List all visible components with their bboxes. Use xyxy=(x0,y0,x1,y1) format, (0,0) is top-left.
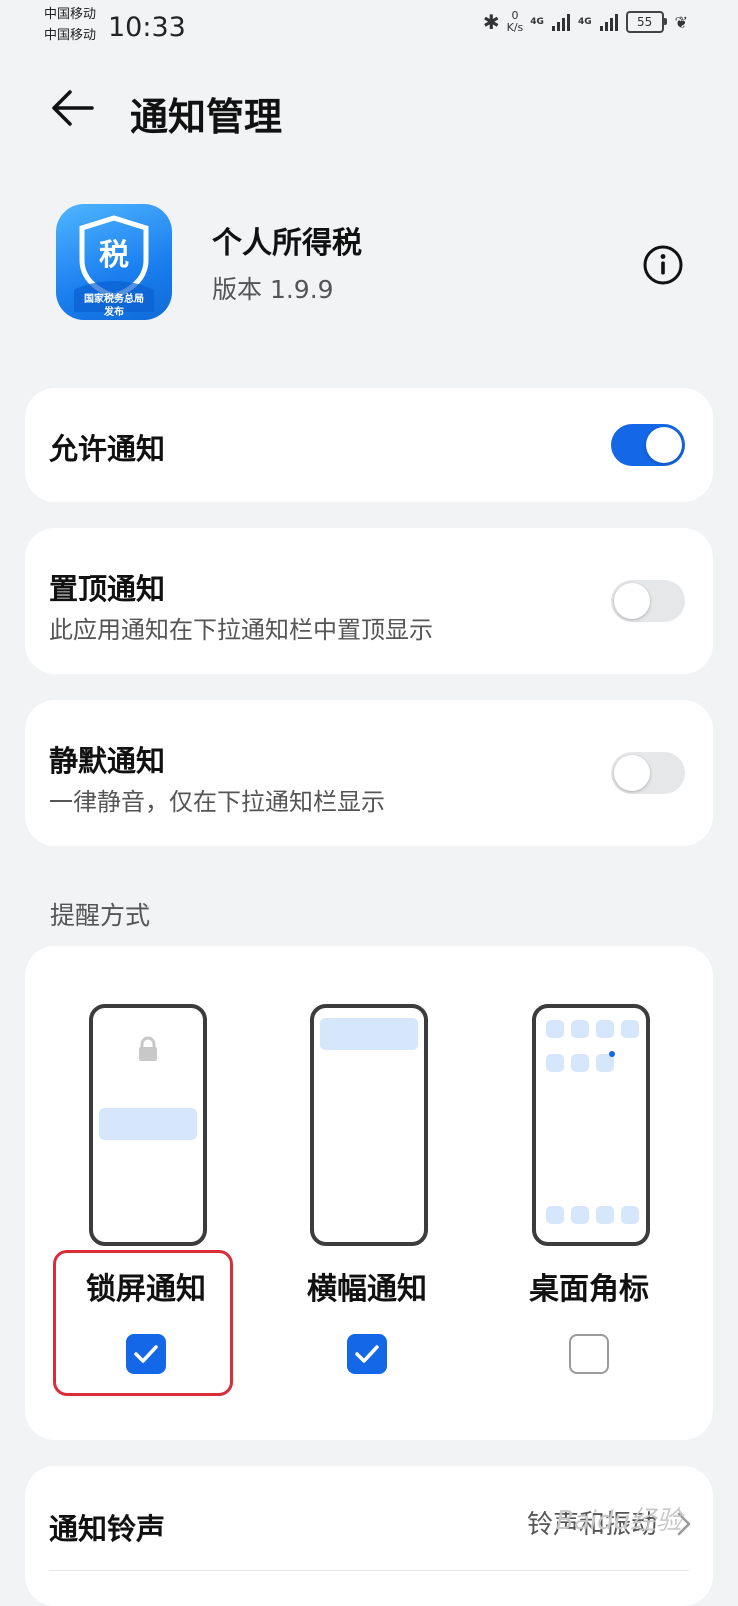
dock-tile xyxy=(596,1206,614,1224)
toggle-knob xyxy=(614,755,650,791)
toggle-knob xyxy=(646,427,682,463)
app-version: 版本 1.9.9 xyxy=(212,275,334,304)
app-icon-caption-2: 发布 xyxy=(104,307,124,318)
allow-notifications-card: 允许通知 xyxy=(25,388,713,502)
banner-preview xyxy=(320,1018,418,1050)
option-label-badge: 桌面角标 xyxy=(529,1272,649,1307)
battery-icon: 55 xyxy=(625,11,667,33)
reminder-options-card: 锁屏通知 横幅通知 桌面角标 xyxy=(25,946,713,1440)
network-type-1: 4G xyxy=(530,17,544,27)
checkmark-icon xyxy=(355,1345,379,1363)
badge-illustration xyxy=(532,1004,650,1246)
highlight-annotation xyxy=(53,1250,233,1396)
dock-tile xyxy=(571,1206,589,1224)
page-title: 通知管理 xyxy=(130,95,283,139)
silent-notifications-label: 静默通知 xyxy=(49,744,166,778)
app-icon: 税 国家税务总局 发布 xyxy=(56,204,172,320)
leaf-icon: ❦ xyxy=(674,12,688,32)
app-tile xyxy=(546,1020,564,1038)
status-icons: ✱ 0 K/s 4G 4G 55 ❦ xyxy=(482,9,688,35)
app-tile xyxy=(621,1020,639,1038)
info-icon[interactable] xyxy=(642,244,684,286)
back-arrow-icon[interactable] xyxy=(48,84,96,132)
divider xyxy=(49,1570,689,1571)
carrier-label-2: 中国移动 xyxy=(44,28,97,43)
network-type-2: 4G xyxy=(577,17,592,27)
app-tile xyxy=(546,1054,564,1072)
app-tile xyxy=(596,1020,614,1038)
pinned-notifications-label: 置顶通知 xyxy=(49,572,166,606)
allow-notifications-toggle[interactable] xyxy=(611,424,685,466)
banner-illustration xyxy=(310,1004,428,1246)
silent-notifications-desc: 一律静音，仅在下拉通知栏显示 xyxy=(49,788,385,816)
signal-icon xyxy=(551,14,570,31)
banner-checkbox[interactable] xyxy=(347,1334,387,1374)
carrier-label-1: 中国移动 xyxy=(44,7,97,22)
badge-checkbox[interactable] xyxy=(569,1334,609,1374)
section-label: 提醒方式 xyxy=(50,901,151,930)
dock-tile xyxy=(546,1206,564,1224)
toggle-knob xyxy=(614,583,650,619)
badge-dot xyxy=(609,1051,615,1057)
pinned-notifications-card: 置顶通知 此应用通知在下拉通知栏中置顶显示 xyxy=(25,528,713,674)
option-label-banner: 横幅通知 xyxy=(307,1272,427,1307)
notification-preview xyxy=(99,1108,197,1140)
silent-notifications-toggle[interactable] xyxy=(611,752,685,794)
allow-notifications-label: 允许通知 xyxy=(49,432,166,466)
app-icon-badge: 税 xyxy=(99,238,129,273)
dock-tile xyxy=(621,1206,639,1224)
watermark: Baidu经验 xyxy=(556,1506,682,1536)
pinned-notifications-toggle[interactable] xyxy=(611,580,685,622)
pinned-notifications-desc: 此应用通知在下拉通知栏中置顶显示 xyxy=(49,616,433,644)
silent-notifications-card: 静默通知 一律静音，仅在下拉通知栏显示 xyxy=(25,700,713,846)
app-tile xyxy=(571,1054,589,1072)
net-speed: 0 K/s xyxy=(506,9,524,34)
app-tile xyxy=(571,1020,589,1038)
ringtone-label: 通知铃声 xyxy=(49,1512,166,1546)
app-name: 个人所得税 xyxy=(212,226,362,261)
bluetooth-icon: ✱ xyxy=(482,10,500,34)
status-time: 10:33 xyxy=(108,12,186,43)
lockscreen-illustration xyxy=(89,1004,207,1246)
signal-icon xyxy=(599,14,618,31)
lock-icon xyxy=(139,1036,157,1061)
